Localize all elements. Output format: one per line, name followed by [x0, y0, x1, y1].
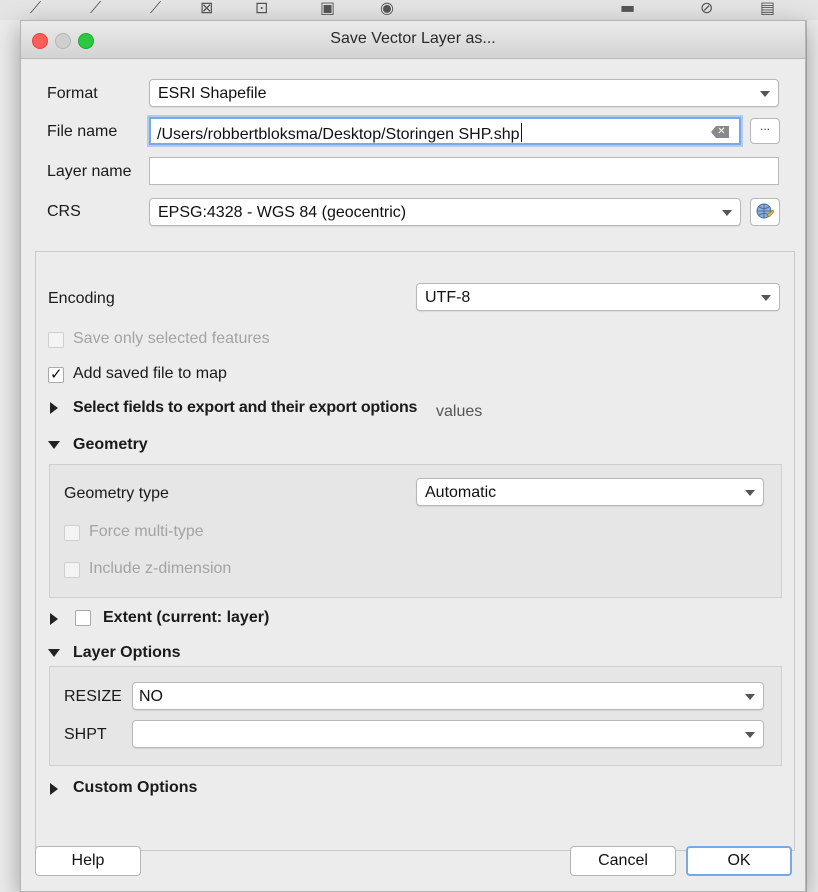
- resize-select[interactable]: NO: [132, 682, 764, 710]
- include-z-checkbox[interactable]: [64, 562, 80, 578]
- filename-text: /Users/robbertbloksma/Desktop/Storingen …: [157, 126, 520, 143]
- save-selected-label: Save only selected features: [73, 330, 270, 347]
- save-vector-layer-dialog: Save Vector Layer as... Format ESRI Shap…: [20, 20, 806, 892]
- crs-selector-button[interactable]: [750, 198, 780, 226]
- format-label: Format: [47, 85, 98, 102]
- select-fields-toggle[interactable]: Select fields to export and their export…: [73, 399, 417, 417]
- geometry-type-label: Geometry type: [64, 485, 169, 502]
- expand-arrow-icon[interactable]: [50, 783, 58, 795]
- background-tool-icon: ▬: [620, 0, 636, 17]
- background-tool-icon: ▣: [320, 0, 336, 17]
- dropdown-arrow-icon: [745, 732, 755, 738]
- dropdown-arrow-icon: [761, 295, 771, 301]
- window-title: Save Vector Layer as...: [330, 30, 496, 47]
- expand-arrow-icon[interactable]: [50, 613, 58, 625]
- background-tool-icon: ⊠: [200, 0, 214, 17]
- dropdown-arrow-icon: [760, 91, 770, 97]
- background-tool-icon: ▤: [760, 0, 776, 17]
- shpt-label: SHPT: [64, 726, 107, 743]
- collapse-arrow-icon[interactable]: [48, 649, 60, 657]
- geometry-type-value: Automatic: [425, 484, 497, 501]
- extent-checkbox[interactable]: [75, 610, 91, 626]
- collapse-arrow-icon[interactable]: [48, 441, 60, 449]
- add-to-map-label: Add saved file to map: [73, 365, 227, 382]
- crs-globe-icon: [756, 203, 775, 219]
- filename-label: File name: [47, 123, 118, 140]
- dropdown-arrow-icon: [745, 694, 755, 700]
- crs-value: EPSG:4328 - WGS 84 (geocentric): [158, 204, 407, 221]
- cancel-button[interactable]: Cancel: [570, 846, 676, 876]
- include-z-label: Include z-dimension: [89, 560, 232, 577]
- encoding-label: Encoding: [48, 290, 115, 307]
- resize-value: NO: [139, 688, 163, 705]
- layer-options-header[interactable]: Layer Options: [73, 644, 181, 662]
- background-tool-icon: ⊘: [700, 0, 714, 17]
- crs-select[interactable]: EPSG:4328 - WGS 84 (geocentric): [149, 198, 741, 226]
- filename-input[interactable]: /Users/robbertbloksma/Desktop/Storingen …: [149, 117, 741, 145]
- dropdown-arrow-icon: [722, 210, 732, 216]
- layername-input[interactable]: [149, 157, 779, 185]
- background-tool-icon: ⟋: [30, 0, 42, 17]
- encoding-value: UTF-8: [425, 289, 471, 306]
- background-tool-icon: ⟋: [150, 0, 162, 17]
- save-selected-checkbox[interactable]: [48, 332, 64, 348]
- crs-label: CRS: [47, 203, 81, 220]
- ok-button[interactable]: OK: [686, 846, 792, 876]
- overlap-text: values: [436, 403, 483, 420]
- format-value: ESRI Shapefile: [158, 85, 267, 102]
- add-to-map-checkbox[interactable]: ✓: [48, 365, 64, 383]
- clear-text-icon[interactable]: ✕: [711, 126, 729, 138]
- format-select[interactable]: ESRI Shapefile: [149, 79, 779, 107]
- force-multi-checkbox[interactable]: [64, 525, 80, 541]
- checkmark-icon: ✓: [50, 365, 63, 383]
- background-tool-icon: ⊡: [255, 0, 269, 17]
- background-toolbar: ⟋ ⟋ ⟋ ⊠ ⊡ ▣ ◉ ▬ ⊘ ▤: [0, 0, 818, 20]
- background-right-panel: [806, 20, 818, 892]
- filename-value: /Users/robbertbloksma/Desktop/Storingen …: [157, 123, 522, 144]
- background-tool-icon: ◉: [380, 0, 394, 17]
- background-left-panel: [0, 20, 21, 892]
- dropdown-arrow-icon: [745, 490, 755, 496]
- geometry-header[interactable]: Geometry: [73, 436, 148, 454]
- title-bar[interactable]: Save Vector Layer as...: [21, 21, 805, 59]
- text-caret: [520, 123, 522, 142]
- geometry-type-select[interactable]: Automatic: [416, 478, 764, 506]
- force-multi-label: Force multi-type: [89, 523, 204, 540]
- background-tool-icon: ⟋: [90, 0, 102, 17]
- layername-label: Layer name: [47, 163, 132, 180]
- shpt-select[interactable]: [132, 720, 764, 748]
- browse-label: ...: [759, 119, 770, 133]
- help-button[interactable]: Help: [35, 846, 141, 876]
- custom-options-header[interactable]: Custom Options: [73, 779, 197, 797]
- expand-arrow-icon[interactable]: [50, 402, 58, 414]
- browse-button[interactable]: ...: [750, 118, 780, 144]
- extent-header[interactable]: Extent (current: layer): [103, 609, 269, 627]
- resize-label: RESIZE: [64, 688, 122, 705]
- geometry-group: Geometry type Automatic Force multi-type…: [49, 464, 782, 598]
- layer-options-group: RESIZE NO SHPT: [49, 666, 782, 766]
- encoding-select[interactable]: UTF-8: [416, 283, 780, 311]
- options-panel: Encoding UTF-8 Save only selected featur…: [35, 251, 795, 851]
